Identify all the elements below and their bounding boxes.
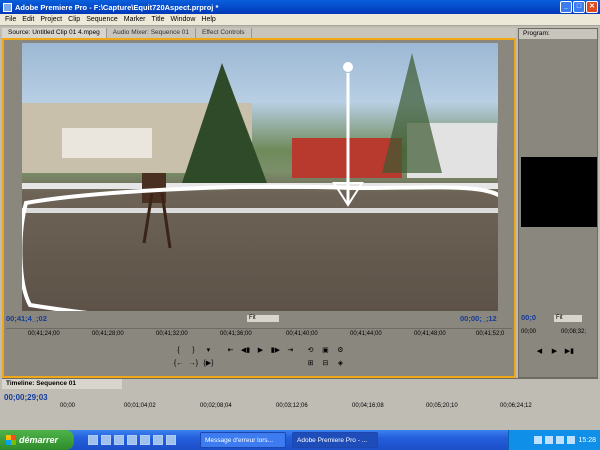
clock[interactable]: 15:28 — [578, 437, 596, 444]
program-video-frame — [521, 157, 597, 227]
step-back-icon[interactable]: ◀▮ — [240, 345, 251, 356]
premiere-app-icon — [3, 2, 12, 12]
taskbar-item-error-message[interactable]: Message d'erreur lors... — [200, 432, 286, 448]
ruler-tick-label: 00;41;32;00 — [156, 331, 188, 337]
program-ruler-tick-label: 00;00 — [521, 329, 537, 335]
title-bar: Adobe Premiere Pro - F:\Capture\Equit720… — [0, 0, 600, 14]
program-current-timecode[interactable]: 00;0 — [521, 313, 536, 322]
play-icon[interactable]: ▶ — [549, 346, 560, 357]
menu-help[interactable]: Help — [198, 16, 218, 23]
ruler-tick-label: 00;41;28;00 — [92, 331, 124, 337]
safe-margins-icon[interactable]: ▣ — [320, 345, 331, 356]
start-label: démarrer — [19, 435, 59, 445]
program-fit-dropdown[interactable]: Fit — [553, 314, 583, 323]
source-time-ruler[interactable]: 00;41;24;00 00;41;28;00 00;41;32;00 00;4… — [6, 328, 512, 342]
minimize-button[interactable]: _ — [560, 1, 572, 13]
system-tray: 15:28 — [508, 430, 600, 450]
transport-controls: ⇤ ◀▮ ▶ ▮▶ ⇥ — [224, 344, 297, 374]
tab-program[interactable]: Program: — [519, 29, 597, 39]
quick-launch-icon[interactable] — [88, 435, 98, 445]
tab-source[interactable]: Source: Untitled Clip 01 4.mpeg — [2, 28, 107, 38]
menu-window[interactable]: Window — [167, 16, 198, 23]
menu-project[interactable]: Project — [37, 16, 65, 23]
tray-icon[interactable] — [567, 436, 576, 444]
tab-effect-controls[interactable]: Effect Controls — [196, 28, 252, 38]
timeline-time-ruler[interactable]: 00;00 00;01;04;02 00;02;08;04 00;03;12;0… — [2, 401, 598, 415]
timeline-ruler-tick-label: 00;01;04;02 — [124, 403, 156, 409]
start-button[interactable]: démarrer — [0, 430, 74, 450]
quick-launch-icon[interactable] — [140, 435, 150, 445]
menu-clip[interactable]: Clip — [65, 16, 83, 23]
quick-launch-icon[interactable] — [127, 435, 137, 445]
source-panel-tabs: Source: Untitled Clip 01 4.mpeg Audio Mi… — [2, 28, 516, 38]
maximize-button[interactable]: □ — [573, 1, 585, 13]
program-transport-controls: ◀ ▶ ▶▮ — [533, 345, 576, 375]
set-marker-icon[interactable]: ▾ — [203, 345, 214, 356]
tray-icon[interactable] — [534, 436, 543, 444]
ruler-tick-label: 00;41;40;00 — [286, 331, 318, 337]
timeline-ruler-tick-label: 00;04;16;08 — [352, 403, 384, 409]
quick-launch-icon[interactable] — [114, 435, 124, 445]
program-monitor: Program: 00;0 Fit 00;00 00;08;32; ◀ ▶ ▶▮ — [518, 28, 598, 378]
tab-audio-mixer[interactable]: Audio Mixer: Sequence 01 — [107, 28, 197, 38]
quick-launch-icon[interactable] — [153, 435, 163, 445]
step-back-icon[interactable]: ◀ — [534, 346, 545, 357]
set-out-icon[interactable]: } — [188, 345, 199, 356]
ruler-tick-label: 00;41;24;00 — [28, 331, 60, 337]
timeline-ruler-tick-label: 00;03;12;06 — [276, 403, 308, 409]
workspace: Source: Untitled Clip 01 4.mpeg Audio Mi… — [0, 26, 600, 430]
go-to-next-marker-icon[interactable]: ⇥ — [285, 345, 296, 356]
step-forward-icon[interactable]: ▮▶ — [270, 345, 281, 356]
go-to-out-icon[interactable]: →} — [188, 358, 199, 369]
close-button[interactable]: ✕ — [586, 1, 598, 13]
windows-logo-icon — [6, 435, 16, 445]
edit-controls: ⟲ ▣ ⚙ ⊞ ⊟ ◈ — [304, 344, 347, 374]
taskbar-item-premiere[interactable]: Adobe Premiere Pro - ... — [292, 432, 378, 448]
ruler-tick-label: 00;41;36;00 — [220, 331, 252, 337]
toggle-take-audio-video-icon[interactable]: ◈ — [335, 358, 346, 369]
menu-sequence[interactable]: Sequence — [83, 16, 121, 23]
menu-marker[interactable]: Marker — [121, 16, 149, 23]
marker-controls: { } ▾ {← →} {▶} — [172, 344, 215, 374]
quick-launch — [88, 435, 176, 445]
source-duration-timecode: 00;00;_;12 — [460, 314, 497, 323]
tab-timeline[interactable]: Timeline: Sequence 01 — [2, 379, 122, 389]
ruler-tick-label: 00;41;44;00 — [350, 331, 382, 337]
tray-icon[interactable] — [556, 436, 565, 444]
timeline-ruler-tick-label: 00;00 — [60, 403, 76, 409]
play-in-to-out-icon[interactable]: {▶} — [203, 358, 214, 369]
go-to-in-icon[interactable]: {← — [173, 358, 184, 369]
ruler-tick-label: 00;41;48;00 — [414, 331, 446, 337]
window-title: Adobe Premiere Pro - F:\Capture\Equit720… — [15, 2, 219, 12]
menu-title[interactable]: Title — [149, 16, 168, 23]
ruler-tick-label: 00;41;52;0 — [476, 331, 505, 337]
menu-bar: File Edit Project Clip Sequence Marker T… — [0, 14, 600, 26]
loop-icon[interactable]: ⟲ — [305, 345, 316, 356]
windows-taskbar: démarrer Message d'erreur lors... Adobe … — [0, 430, 600, 450]
tray-icon[interactable] — [545, 436, 554, 444]
insert-icon[interactable]: ⊞ — [305, 358, 316, 369]
overlay-icon[interactable]: ⊟ — [320, 358, 331, 369]
source-fit-dropdown[interactable]: Fit — [246, 314, 280, 323]
source-monitor: 00;41;4_;02 Fit 00;00;_;12 00;41;24;00 0… — [2, 38, 516, 378]
step-forward-icon[interactable]: ▶▮ — [564, 346, 575, 357]
quick-launch-icon[interactable] — [101, 435, 111, 445]
go-to-previous-marker-icon[interactable]: ⇤ — [225, 345, 236, 356]
source-timecode-row: 00;41;4_;02 Fit 00;00;_;12 — [6, 314, 512, 324]
quick-launch-icon[interactable] — [166, 435, 176, 445]
menu-edit[interactable]: Edit — [19, 16, 37, 23]
output-icon[interactable]: ⚙ — [335, 345, 346, 356]
timeline-panel: Timeline: Sequence 01 00;00;29;03 00;00 … — [2, 378, 598, 430]
timeline-ruler-tick-label: 00;06;24;12 — [500, 403, 532, 409]
program-ruler-tick-label: 00;08;32; — [561, 329, 587, 335]
play-icon[interactable]: ▶ — [255, 345, 266, 356]
source-video-frame — [22, 43, 498, 311]
source-current-timecode[interactable]: 00;41;4_;02 — [6, 314, 47, 323]
timeline-ruler-tick-label: 00;05;20;10 — [426, 403, 458, 409]
timeline-ruler-tick-label: 00;02;08;04 — [200, 403, 232, 409]
set-in-icon[interactable]: { — [173, 345, 184, 356]
menu-file[interactable]: File — [2, 16, 19, 23]
